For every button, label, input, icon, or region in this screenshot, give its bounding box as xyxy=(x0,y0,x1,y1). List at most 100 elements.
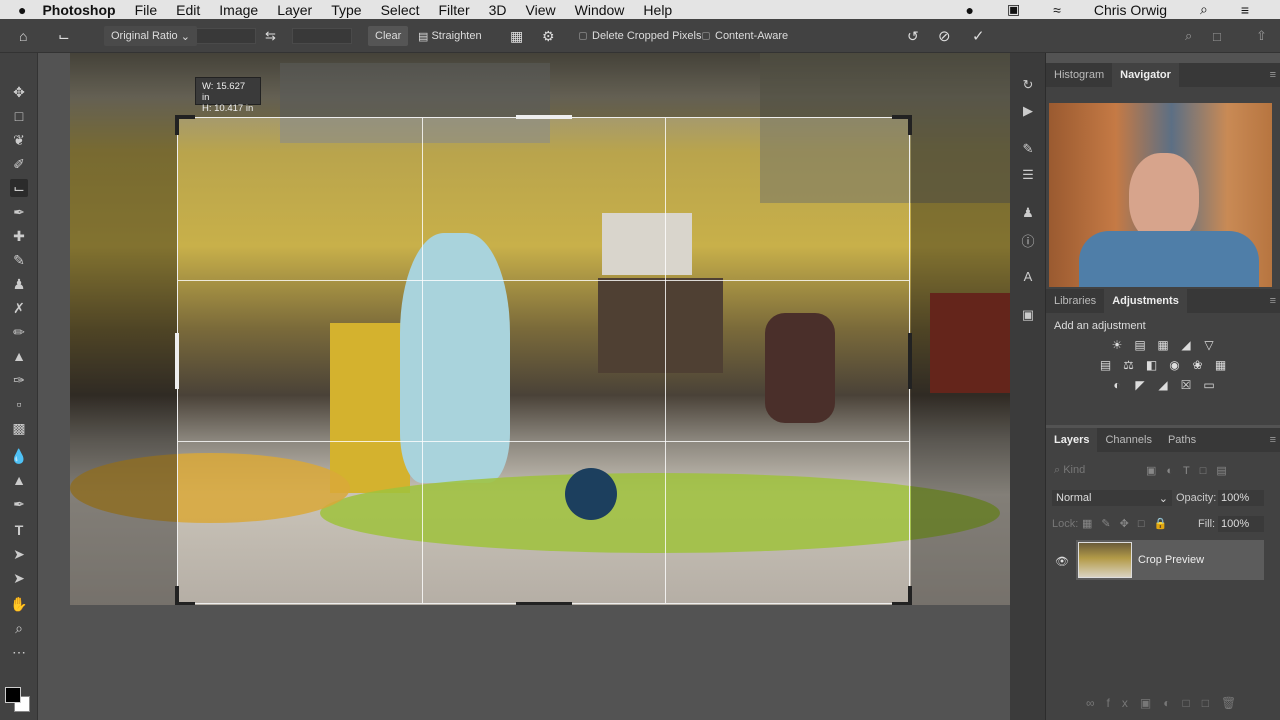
foreground-color-swatch[interactable] xyxy=(5,687,21,703)
workspace-icon[interactable]: □ xyxy=(1213,27,1221,45)
cancel-icon[interactable]: ⊘ xyxy=(938,27,951,45)
ratio-dropdown[interactable]: Original Ratio ⌄ xyxy=(104,26,197,46)
crop-handle-bottom-left[interactable] xyxy=(175,586,195,605)
home-icon[interactable]: ⌂ xyxy=(19,27,27,45)
kind-filter[interactable]: ⌕ Kind xyxy=(1054,464,1085,477)
share-icon[interactable]: ⇧ xyxy=(1256,27,1267,45)
menu-filter[interactable]: Filter xyxy=(439,2,470,18)
info-icon[interactable]: ⓘ xyxy=(1019,231,1037,249)
menu-type[interactable]: Type xyxy=(331,2,361,18)
crop-handle-top[interactable] xyxy=(516,115,572,119)
exposure-icon[interactable]: ◢ xyxy=(1175,338,1197,352)
overlay-grid-icon[interactable]: ▦ xyxy=(510,27,523,45)
posterize-icon[interactable]: ◤ xyxy=(1129,378,1151,392)
apple-icon[interactable]: ● xyxy=(18,2,26,18)
tab-layers[interactable]: Layers xyxy=(1046,428,1098,452)
menu-file[interactable]: File xyxy=(135,2,158,18)
menu-3d[interactable]: 3D xyxy=(489,2,507,18)
blur-tool-icon[interactable]: 💧 xyxy=(10,447,28,465)
channel-mixer-icon[interactable]: ❀ xyxy=(1187,358,1209,372)
art-brush-icon[interactable]: ✑ xyxy=(10,371,28,389)
user-name[interactable]: Chris Orwig xyxy=(1094,2,1167,18)
sliders-icon[interactable]: ☰ xyxy=(1019,167,1037,185)
gear-icon[interactable]: ⚙ xyxy=(542,27,555,45)
levels-icon[interactable]: ▤ xyxy=(1129,338,1151,352)
eyedropper-tool-icon[interactable]: ✒ xyxy=(10,203,28,221)
properties-icon[interactable]: ▣ xyxy=(1019,307,1037,325)
type-tool-icon[interactable]: T xyxy=(10,521,28,539)
menu-help[interactable]: Help xyxy=(643,2,672,18)
tab-histogram[interactable]: Histogram xyxy=(1046,63,1112,87)
crop-handle-right[interactable] xyxy=(908,333,912,389)
marquee-tool-icon[interactable]: □ xyxy=(10,107,28,125)
swap-icon[interactable]: ⇆ xyxy=(265,27,276,45)
paint-brush-icon[interactable]: ✏ xyxy=(10,323,28,341)
document-canvas[interactable] xyxy=(70,53,1010,605)
invert-icon[interactable]: ◐ xyxy=(1106,378,1128,392)
move-tool-icon[interactable]: ✥ xyxy=(10,83,28,101)
gradient-map-icon[interactable]: ▭ xyxy=(1198,378,1220,392)
stamp-tool-icon[interactable]: ♟ xyxy=(10,275,28,293)
pointer-tool-icon[interactable]: ➤ xyxy=(10,569,28,587)
blend-mode-dropdown[interactable]: Normal ⌄ xyxy=(1052,490,1172,506)
crop-tool-preset-icon[interactable]: ⌙ xyxy=(58,27,70,45)
dodge-tool-icon[interactable]: ▲ xyxy=(10,471,28,489)
menu-layer[interactable]: Layer xyxy=(277,2,312,18)
content-aware-checkbox[interactable]: Content-Aware xyxy=(702,27,788,45)
panel-menu-icon[interactable]: ≡ xyxy=(1270,295,1276,307)
tab-channels[interactable]: Channels xyxy=(1097,428,1159,452)
crop-box[interactable] xyxy=(175,115,912,605)
stamp-icon[interactable]: ▲ xyxy=(10,347,28,365)
brush-tool-icon[interactable]: ✎ xyxy=(10,251,28,269)
navigator-preview[interactable] xyxy=(1049,103,1272,287)
search-icon[interactable]: ⌕ xyxy=(1185,27,1192,45)
vibrance-icon[interactable]: ▽ xyxy=(1198,338,1220,352)
path-select-tool-icon[interactable]: ➤ xyxy=(10,545,28,563)
history-icon[interactable]: ↻ xyxy=(1019,77,1037,95)
layer-footer-icons[interactable]: ∞fx▣◐□□🗑 xyxy=(1086,696,1248,710)
delete-cropped-checkbox[interactable]: Delete Cropped Pixels xyxy=(579,27,701,45)
lasso-tool-icon[interactable]: ❦ xyxy=(10,131,28,149)
checkbox[interactable] xyxy=(702,32,710,40)
actions-play-icon[interactable]: ▶ xyxy=(1019,103,1037,121)
menu-edit[interactable]: Edit xyxy=(176,2,200,18)
height-input[interactable] xyxy=(292,28,352,44)
lock-icons[interactable]: ▦✎✥□🔒 xyxy=(1082,517,1176,530)
notification-list-icon[interactable]: ≡ xyxy=(1241,2,1249,18)
healing-tool-icon[interactable]: ✚ xyxy=(10,227,28,245)
fill-input[interactable]: 100% xyxy=(1218,516,1264,532)
wifi-icon[interactable]: ≈ xyxy=(1053,2,1061,18)
hue-saturation-icon[interactable]: ▤ xyxy=(1095,358,1117,372)
tab-navigator[interactable]: Navigator xyxy=(1112,63,1179,87)
pen-tool-icon[interactable]: ✒ xyxy=(10,495,28,513)
tab-adjustments[interactable]: Adjustments xyxy=(1104,289,1187,313)
clone-source-icon[interactable]: ♟ xyxy=(1019,205,1037,223)
gradient-tool-icon[interactable]: ▩ xyxy=(10,419,28,437)
reset-icon[interactable]: ↺ xyxy=(907,27,919,45)
layer-filter-icons[interactable]: ▣◐T□▤ xyxy=(1146,464,1237,477)
menu-image[interactable]: Image xyxy=(219,2,258,18)
crop-handle-bottom[interactable] xyxy=(516,602,572,605)
color-lookup-icon[interactable]: ▦ xyxy=(1210,358,1232,372)
spotlight-search-icon[interactable]: ⌕ xyxy=(1200,1,1208,18)
clear-button[interactable]: Clear xyxy=(368,26,409,46)
panel-menu-icon[interactable]: ≡ xyxy=(1270,69,1276,81)
opacity-input[interactable]: 100% xyxy=(1218,490,1264,506)
black-white-icon[interactable]: ◧ xyxy=(1141,358,1163,372)
panel-menu-icon[interactable]: ≡ xyxy=(1270,434,1276,446)
quick-select-tool-icon[interactable]: ✐ xyxy=(10,155,28,173)
checkbox[interactable] xyxy=(579,32,587,40)
brush-settings-icon[interactable]: ✎ xyxy=(1019,141,1037,159)
hand-tool-icon[interactable]: ✋ xyxy=(10,595,28,613)
brightness-icon[interactable]: ☀ xyxy=(1106,338,1128,352)
menu-select[interactable]: Select xyxy=(381,2,420,18)
curves-icon[interactable]: ▦ xyxy=(1152,338,1174,352)
width-input[interactable] xyxy=(196,28,256,44)
more-tools-icon[interactable]: ⋯ xyxy=(10,643,28,661)
menu-app[interactable]: Photoshop xyxy=(42,2,115,18)
layer-row[interactable]: Crop Preview xyxy=(1076,540,1264,580)
tab-paths[interactable]: Paths xyxy=(1160,428,1204,452)
tab-libraries[interactable]: Libraries xyxy=(1046,289,1104,313)
crop-handle-top-right[interactable] xyxy=(892,115,912,135)
commit-check-icon[interactable]: ✓ xyxy=(972,27,985,45)
